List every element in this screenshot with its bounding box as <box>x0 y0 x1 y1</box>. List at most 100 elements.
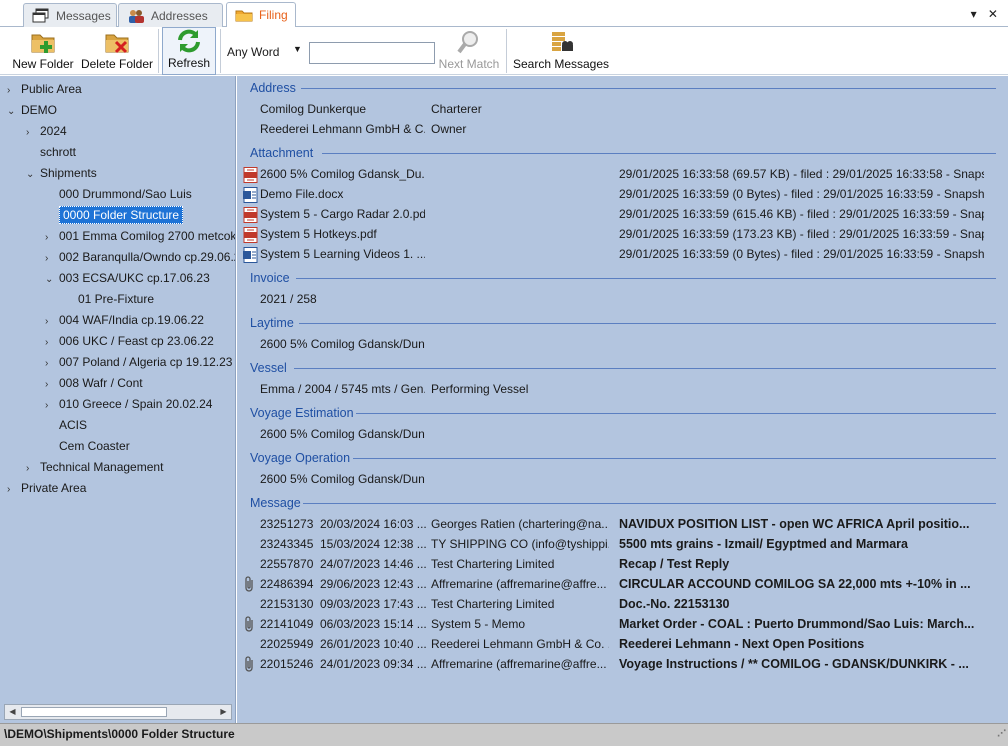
tree-item[interactable]: › 007 Poland / Algeria cp 19.12.23 <box>45 353 232 371</box>
tree-item[interactable]: ⌄ 003 ECSA/UKC cp.17.06.23 <box>45 269 210 287</box>
address-row[interactable]: Reederei Lehmann GmbH & C... Owner <box>237 120 1008 138</box>
toolbar-separator <box>506 29 507 73</box>
tree-item[interactable]: › Technical Management <box>26 458 163 476</box>
section-title-voyage-estimation: Voyage Estimation <box>250 406 354 420</box>
tree-item[interactable]: › Private Area <box>7 479 86 497</box>
attachment-row[interactable]: Demo File.docx 29/01/2025 16:33:59 (0 Byt… <box>237 185 1008 203</box>
attachment-info: 29/01/2025 16:33:59 (0 Bytes) - filed : … <box>619 247 984 261</box>
window-controls[interactable]: ▾ ✕ <box>971 7 1002 21</box>
tab-label: Messages <box>56 8 111 23</box>
scroll-right-icon[interactable]: ▶ <box>216 705 231 719</box>
tree-item[interactable]: › 2024 <box>26 122 67 140</box>
vessel-row[interactable]: Emma / 2004 / 5745 mts / Gen.... Perform… <box>237 380 1008 398</box>
chevron-down-icon[interactable]: ⌄ <box>45 271 59 289</box>
tree-item[interactable]: Cem Coaster <box>45 437 130 455</box>
chevron-right-icon[interactable]: › <box>45 334 59 352</box>
tree-item-label: Technical Management <box>40 460 164 474</box>
chevron-right-icon[interactable]: › <box>26 460 40 478</box>
invoice-value: 2021 / 258 <box>260 292 317 306</box>
address-role: Charterer <box>431 102 482 116</box>
chevron-right-icon[interactable]: › <box>45 250 59 268</box>
tree-item[interactable]: ⌄ Shipments <box>26 164 97 182</box>
chevron-down-icon[interactable]: ⌄ <box>26 166 40 184</box>
tree-item-label: 001 Emma Comilog 2700 metcoke <box>59 229 236 243</box>
details-panel: Address Comilog Dunkerque Charterer Reeder… <box>237 76 1008 723</box>
message-row[interactable]: 22141049 06/03/2023 15:14 ... System 5 - M… <box>237 615 1008 633</box>
attachment-info: 29/01/2025 16:33:59 (615.46 KB) - filed … <box>619 207 984 221</box>
tree-item-label: Private Area <box>21 481 87 495</box>
message-row[interactable]: 23251273 20/03/2024 16:03 ... Georges Rati… <box>237 515 1008 533</box>
tree-item[interactable]: › 002 Baranqulla/Owndo cp.29.06.2 <box>45 248 235 268</box>
tree-item[interactable]: 0000 Folder Structure <box>45 206 184 224</box>
tree-item[interactable]: schrott <box>26 143 76 161</box>
delete-folder-icon <box>103 29 131 55</box>
attachment-row[interactable]: System 5 Hotkeys.pdf 29/01/2025 16:33:59 … <box>237 225 1008 243</box>
chevron-right-icon[interactable]: › <box>7 82 21 100</box>
search-mode-select[interactable]: Any Word <box>227 45 279 59</box>
scroll-thumb[interactable] <box>21 707 167 717</box>
message-date: 26/01/2023 10:40 ... <box>320 637 427 651</box>
message-id: 22141049 <box>260 617 314 631</box>
tab-bar: Messages Addresses Filing ▾ ✕ <box>0 0 1008 27</box>
message-from: Test Chartering Limited <box>431 597 555 611</box>
search-messages-button[interactable]: Search Messages <box>512 27 610 75</box>
chevron-right-icon[interactable]: › <box>45 376 59 394</box>
attachment-name: Demo File.docx <box>260 187 344 201</box>
message-from: Test Chartering Limited <box>431 557 555 571</box>
attachment-row[interactable]: System 5 Learning Videos 1. ... 29/01/202… <box>237 245 1008 263</box>
resize-grip-icon[interactable]: ⋰ <box>997 723 1006 744</box>
tree-item[interactable]: › 001 Emma Comilog 2700 metcoke <box>45 227 236 247</box>
dropdown-arrow-icon[interactable]: ▼ <box>293 44 302 54</box>
vessel-value: Emma / 2004 / 5745 mts / Gen.... <box>260 382 425 396</box>
chevron-right-icon[interactable]: › <box>45 229 59 247</box>
scroll-left-icon[interactable]: ◀ <box>5 705 20 719</box>
message-row[interactable]: 23243345 15/03/2024 12:38 ... TY SHIPPING … <box>237 535 1008 553</box>
attachment-row[interactable]: 2600 5% Comilog Gdansk_Du... 29/01/2025 1… <box>237 165 1008 183</box>
invoice-row[interactable]: 2021 / 258 <box>237 290 1008 308</box>
chevron-right-icon[interactable]: › <box>45 397 59 415</box>
tree-item[interactable]: 01 Pre-Fixture <box>64 290 154 308</box>
chevron-right-icon[interactable]: › <box>45 313 59 331</box>
message-row[interactable]: 22153130 09/03/2023 17:43 ... Test Charter… <box>237 595 1008 613</box>
chevron-down-icon[interactable]: ⌄ <box>7 103 21 121</box>
message-subject: Market Order - COAL : Puerto Drummond/Sa… <box>619 617 975 631</box>
paperclip-icon <box>244 576 256 597</box>
voyage-estimation-row[interactable]: 2600 5% Comilog Gdansk/Dun... <box>237 425 1008 443</box>
tab-messages[interactable]: Messages <box>23 3 117 27</box>
tree-item[interactable]: › 006 UKC / Feast cp 23.06.22 <box>45 332 214 350</box>
tree-item[interactable]: 000 Drummond/Sao Luis <box>45 185 192 203</box>
message-row[interactable]: 22486394 29/06/2023 12:43 ... Affremarine … <box>237 575 1008 593</box>
chevron-right-icon[interactable]: › <box>26 124 40 142</box>
tree-item[interactable]: › 008 Wafr / Cont <box>45 374 143 392</box>
tree-item[interactable]: › 004 WAF/India cp.19.06.22 <box>45 311 204 329</box>
address-row[interactable]: Comilog Dunkerque Charterer <box>237 100 1008 118</box>
tree-item[interactable]: › Public Area <box>7 80 82 98</box>
message-row[interactable]: 22557870 24/07/2023 14:46 ... Test Charter… <box>237 555 1008 573</box>
chevron-right-icon[interactable]: › <box>45 355 59 373</box>
message-row[interactable]: 22015246 24/01/2023 09:34 ... Affremarine … <box>237 655 1008 673</box>
tab-filing[interactable]: Filing <box>226 2 296 27</box>
section-title-message: Message <box>250 496 301 510</box>
paperclip-icon <box>244 656 256 677</box>
tree-item[interactable]: › 010 Greece / Spain 20.02.24 <box>45 395 212 413</box>
tree-item-label: Shipments <box>40 166 97 180</box>
tree-item[interactable]: ⌄ DEMO <box>7 101 57 119</box>
new-folder-button[interactable]: New Folder <box>10 27 76 75</box>
section-title-laytime: Laytime <box>250 316 294 330</box>
voyage-estimation-value: 2600 5% Comilog Gdansk/Dun... <box>260 427 425 441</box>
section-divider <box>303 503 996 504</box>
refresh-button[interactable]: Refresh <box>162 27 216 75</box>
chevron-right-icon[interactable]: › <box>7 481 21 499</box>
attachment-row[interactable]: System 5 - Cargo Radar 2.0.pdf 29/01/2025… <box>237 205 1008 223</box>
tab-addresses[interactable]: Addresses <box>118 3 223 27</box>
next-match-button[interactable]: Next Match <box>437 27 501 75</box>
search-input[interactable] <box>309 42 435 64</box>
laytime-row[interactable]: 2600 5% Comilog Gdansk/Dun... <box>237 335 1008 353</box>
tree-horizontal-scrollbar[interactable]: ◀ ▶ <box>4 704 232 720</box>
section-divider <box>356 413 996 414</box>
delete-folder-button[interactable]: Delete Folder <box>80 27 154 75</box>
message-row[interactable]: 22025949 26/01/2023 10:40 ... Reederei Leh… <box>237 635 1008 653</box>
message-id: 22153130 <box>260 597 314 611</box>
tree-item[interactable]: ACIS <box>45 416 87 434</box>
voyage-operation-row[interactable]: 2600 5% Comilog Gdansk/Dun... <box>237 470 1008 488</box>
